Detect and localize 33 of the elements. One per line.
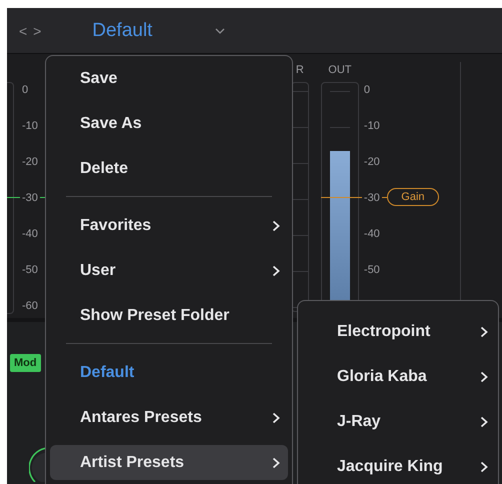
menu-item[interactable]: Delete [50, 151, 288, 186]
menu-item[interactable]: Electropoint [302, 314, 494, 349]
menu-item[interactable]: Antares Presets [50, 400, 288, 435]
gain-handle[interactable]: Gain [386, 188, 439, 206]
scale-label: -50 [364, 263, 381, 278]
menu-item[interactable]: Save [50, 61, 288, 96]
menu-item[interactable]: Jacquire King [302, 449, 494, 484]
scale-label: -10 [364, 119, 381, 134]
menu-item[interactable]: Favorites [50, 208, 288, 243]
menu-item[interactable]: User [50, 253, 288, 288]
preset-name[interactable]: Default [92, 20, 152, 42]
scale-label: 0 [22, 83, 30, 98]
meter-label: R [296, 63, 304, 78]
menu-item[interactable]: Save As [50, 106, 288, 141]
scale-label: 0 [364, 83, 372, 98]
threshold-line [7, 197, 47, 198]
menu-item[interactable]: Gloria Kaba [302, 359, 494, 394]
scale-label: -40 [22, 227, 39, 242]
meter-label: OUT [328, 63, 352, 78]
menu-item[interactable]: Artist Presets [50, 445, 288, 480]
scale-label: -40 [364, 227, 381, 242]
scale-label: -20 [22, 155, 39, 170]
menu-item[interactable]: Show Preset Folder [50, 298, 288, 333]
menu-item[interactable]: J-Ray [302, 404, 494, 439]
chevron-down-icon[interactable] [215, 28, 226, 34]
scale-label: -10 [22, 119, 39, 134]
scale-label: -60 [22, 299, 39, 314]
preset-nav-arrows[interactable]: < > [19, 22, 42, 38]
scale-label: -50 [22, 263, 39, 278]
scale-label: -20 [364, 155, 381, 170]
menu-item[interactable]: Default [50, 355, 288, 390]
gain-line [320, 197, 387, 198]
mode-badge[interactable]: Mod [10, 354, 41, 372]
